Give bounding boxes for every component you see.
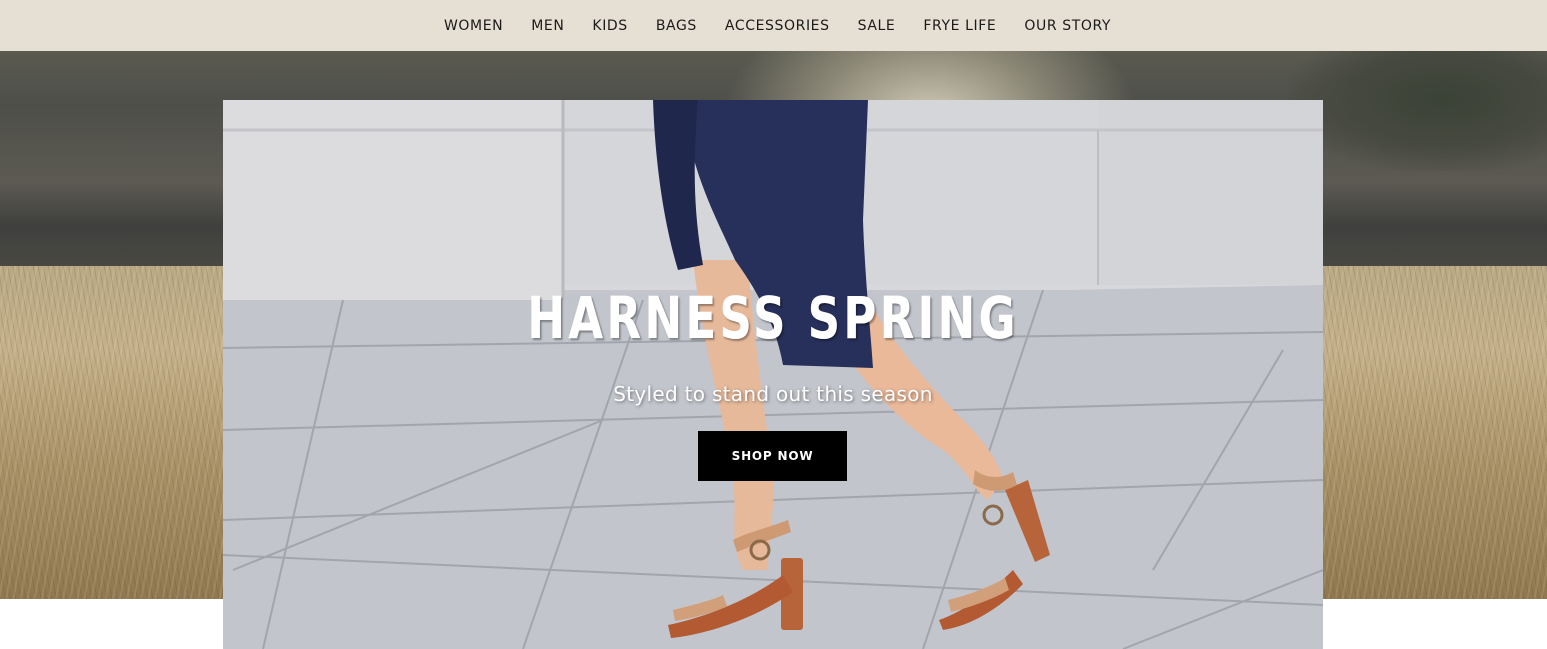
hero-headline: HARNESS SPRING (527, 284, 1019, 352)
main-navigation: WOMEN MEN KIDS BAGS ACCESSORIES SALE FRY… (0, 0, 1547, 51)
nav-item-our-story[interactable]: OUR STORY (1024, 18, 1111, 34)
background-trees (1287, 51, 1547, 171)
nav-item-sale[interactable]: SALE (858, 18, 896, 34)
nav-item-frye-life[interactable]: FRYE LIFE (923, 18, 996, 34)
hero-subheadline: Styled to stand out this season (613, 382, 933, 406)
shop-now-button[interactable]: SHOP NOW (698, 431, 847, 481)
nav-item-kids[interactable]: KIDS (592, 18, 627, 34)
hero-overlay: HARNESS SPRING Styled to stand out this … (223, 100, 1323, 649)
nav-item-bags[interactable]: BAGS (656, 18, 697, 34)
nav-menu: WOMEN MEN KIDS BAGS ACCESSORIES SALE FRY… (430, 18, 1125, 34)
nav-item-women[interactable]: WOMEN (444, 18, 503, 34)
nav-item-men[interactable]: MEN (531, 18, 564, 34)
nav-item-accessories[interactable]: ACCESSORIES (725, 18, 830, 34)
hero-banner[interactable]: HARNESS SPRING Styled to stand out this … (223, 100, 1323, 649)
